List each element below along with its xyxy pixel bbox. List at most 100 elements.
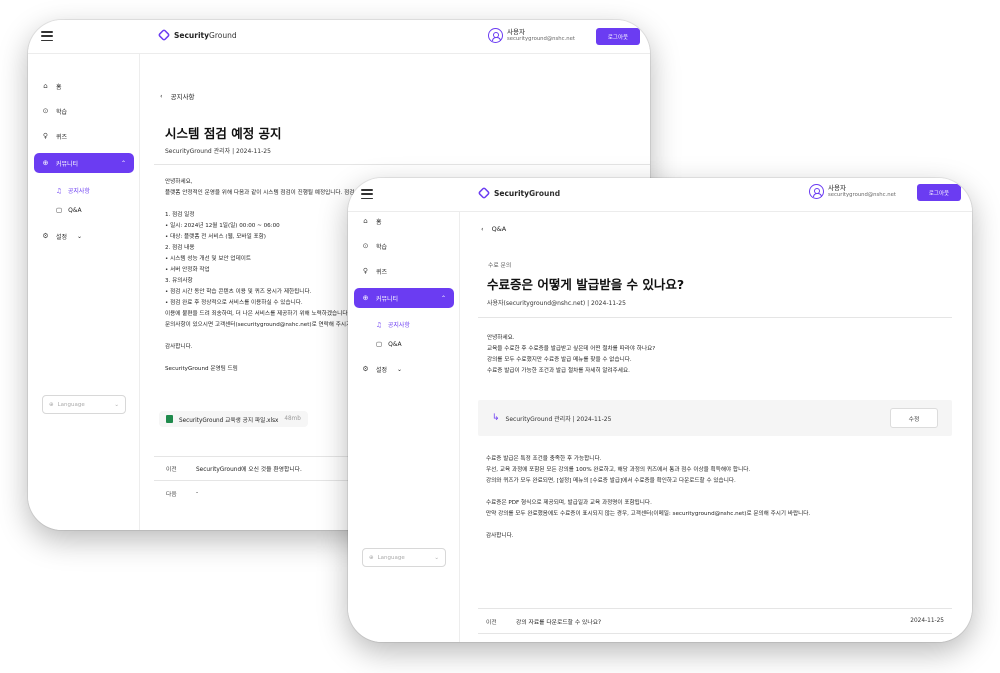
sidebar-item-label: 홈 bbox=[376, 218, 382, 226]
language-select[interactable]: ⊕ Language ⌄ bbox=[362, 548, 446, 567]
chevron-down-icon: ⌄ bbox=[114, 401, 119, 408]
breadcrumb: 공지사항 bbox=[170, 93, 195, 101]
qna-detail: ‹ Q&A 수료 문의 수료증은 어떻게 발급받을 수 있나요? 사용자(secu… bbox=[460, 212, 972, 642]
bulb-icon: ♀ bbox=[42, 132, 49, 140]
sidebar-subitem-notice[interactable]: ♫ 공지사항 bbox=[56, 186, 90, 196]
sidebar: ⌂ 홈 ⊙ 학습 ♀ 퀴즈 ⊕ 커뮤니티 ⌃ ♫ 공지사항 ▢ Q&A ⚙ 설정 ⌄ ⊕ Langu… bbox=[28, 54, 140, 530]
answer-header: ↳ SecurityGround 관리자 | 2024-11-25 bbox=[478, 400, 952, 436]
globe-icon: ⊕ bbox=[369, 554, 374, 561]
sidebar-item-label: 퀴즈 bbox=[56, 133, 68, 141]
chat-icon: ▢ bbox=[56, 206, 63, 214]
logo-icon bbox=[477, 186, 491, 200]
sidebar-item-quiz[interactable]: ♀ 퀴즈 bbox=[354, 262, 454, 280]
divider bbox=[478, 633, 952, 634]
sidebar-item-label: 커뮤니티 bbox=[56, 160, 79, 168]
chevron-left-icon: ‹ bbox=[481, 225, 484, 233]
sidebar-item-home[interactable]: ⌂ 홈 bbox=[34, 77, 134, 95]
sidebar-item-label: 커뮤니티 bbox=[376, 295, 399, 303]
sidebar-item-community[interactable]: ⊕ 커뮤니티 ⌃ bbox=[354, 288, 454, 308]
chevron-down-icon: ⌄ bbox=[77, 232, 83, 240]
user-email: securityground@nshc.net bbox=[507, 36, 575, 43]
next-post-row[interactable]: 다음 - 2024-11-25 bbox=[486, 635, 944, 642]
brand-name-bold: Security bbox=[174, 30, 210, 40]
bell-icon: ♫ bbox=[56, 186, 62, 195]
sidebar-subitem-notice[interactable]: ♫ 공지사항 bbox=[376, 320, 410, 330]
sidebar-item-label: 공지사항 bbox=[67, 188, 90, 195]
reply-arrow-icon: ↳ bbox=[492, 413, 500, 423]
sidebar-item-label: 홈 bbox=[56, 83, 62, 91]
page-title: 시스템 점검 예정 공지 bbox=[165, 126, 282, 141]
body-line: 수료증은 PDF 형식으로 제공되며, 발급일과 교육 과정명이 포함됩니다. bbox=[486, 500, 652, 506]
next-label: 다음 bbox=[486, 642, 516, 643]
body-line: 감사합니다. bbox=[486, 533, 514, 539]
language-select[interactable]: ⊕ Language ⌄ bbox=[42, 395, 126, 414]
bulb-icon: ♀ bbox=[362, 267, 369, 275]
sidebar-item-label: 퀴즈 bbox=[376, 268, 388, 276]
stage: Security Ground 사용자 securityground@nshc.n… bbox=[0, 0, 1000, 673]
sidebar-item-learn[interactable]: ⊙ 학습 bbox=[354, 237, 454, 255]
logout-button[interactable]: 로그아웃 bbox=[917, 184, 961, 201]
bell-icon: ♫ bbox=[376, 320, 382, 329]
language-placeholder: Language bbox=[57, 401, 85, 408]
attachment[interactable]: SecurityGround 교육생 공지 파일.xlsx 48mb bbox=[159, 411, 308, 427]
excel-file-icon bbox=[166, 415, 173, 423]
next-title: - bbox=[196, 490, 199, 496]
body-line: 안녕하세요. bbox=[487, 335, 515, 341]
divider bbox=[154, 164, 650, 165]
body-line: 수료증 발급은 특정 조건을 충족한 후 가능합니다. bbox=[486, 456, 602, 462]
menu-icon[interactable] bbox=[361, 189, 373, 199]
sidebar-item-label: 설정 bbox=[56, 233, 68, 241]
sidebar-item-label: 공지사항 bbox=[387, 322, 410, 329]
user-name: 사용자 bbox=[828, 183, 846, 192]
sidebar-item-settings[interactable]: ⚙ 설정 ⌄ bbox=[354, 360, 454, 378]
menu-icon[interactable] bbox=[41, 31, 53, 41]
sidebar-item-home[interactable]: ⌂ 홈 bbox=[354, 212, 454, 230]
home-icon: ⌂ bbox=[363, 217, 368, 225]
sidebar-item-learn[interactable]: ⊙ 학습 bbox=[34, 102, 134, 120]
user-profile[interactable]: 사용자 securityground@nshc.net bbox=[809, 184, 896, 199]
globe-icon: ⊕ bbox=[42, 159, 49, 167]
divider bbox=[478, 608, 952, 609]
qna-window: Security Ground 사용자 securityground@nshc.n… bbox=[348, 178, 972, 642]
chevron-up-icon: ⌃ bbox=[440, 294, 446, 302]
body-line: 우선, 교육 과정에 포함된 모든 강의를 100% 완료하고, 해당 과정의 … bbox=[486, 467, 751, 473]
logout-button[interactable]: 로그아웃 bbox=[596, 28, 640, 45]
user-email: securityground@nshc.net bbox=[828, 192, 896, 199]
prev-label: 이전 bbox=[486, 619, 497, 626]
page-title: 수료증은 어떻게 발급받을 수 있나요? bbox=[487, 277, 685, 292]
chevron-down-icon: ⌄ bbox=[397, 365, 403, 373]
chevron-down-icon: ⌄ bbox=[434, 554, 439, 561]
sidebar-subitem-qna[interactable]: ▢ Q&A bbox=[56, 206, 82, 214]
sidebar-item-community[interactable]: ⊕ 커뮤니티 ⌃ bbox=[34, 153, 134, 173]
brand-logo[interactable]: Security Ground bbox=[157, 28, 237, 42]
globe-icon: ⊕ bbox=[362, 294, 369, 302]
play-circle-icon: ⊙ bbox=[42, 107, 49, 115]
next-label: 다음 bbox=[166, 491, 177, 498]
sidebar-item-quiz[interactable]: ♀ 퀴즈 bbox=[34, 127, 134, 145]
sidebar-subitem-qna[interactable]: ▢ Q&A bbox=[376, 340, 402, 348]
prev-title: 강의 자료를 다운로드할 수 있나요? bbox=[516, 619, 602, 626]
question-body: 안녕하세요. 교육을 수료한 후 수료증을 발급받고 싶은데 어떤 절차를 따라야… bbox=[487, 333, 655, 377]
back-to-notice[interactable]: ‹ 공지사항 bbox=[160, 91, 195, 101]
question-category: 수료 문의 bbox=[488, 263, 512, 269]
post-meta: 사용자(securityground@nshc.net) | 2024-11-2… bbox=[487, 300, 626, 307]
brand-logo[interactable]: Security Ground bbox=[477, 186, 560, 200]
user-profile[interactable]: 사용자 securityground@nshc.net bbox=[488, 28, 575, 43]
divider bbox=[478, 317, 952, 318]
chevron-left-icon: ‹ bbox=[160, 92, 163, 100]
sidebar-item-label: 학습 bbox=[56, 108, 68, 116]
back-to-qna[interactable]: ‹ Q&A bbox=[481, 225, 506, 233]
chat-icon: ▢ bbox=[376, 340, 383, 348]
prev-date: 2024-11-25 bbox=[910, 618, 944, 624]
edit-button[interactable]: 수정 bbox=[890, 408, 938, 428]
prev-post-row[interactable]: 이전 강의 자료를 다운로드할 수 있나요? 2024-11-25 bbox=[486, 610, 944, 632]
sidebar-item-settings[interactable]: ⚙ 설정 ⌄ bbox=[34, 227, 134, 245]
gear-icon: ⚙ bbox=[42, 232, 49, 240]
body-line: 강의를 모두 수료했지만 수료증 발급 메뉴를 찾을 수 없습니다. bbox=[487, 357, 632, 363]
answer-body: 수료증 발급은 특정 조건을 충족한 후 가능합니다. 우선, 교육 과정에 포함… bbox=[486, 454, 810, 542]
body-line: 교육을 수료한 후 수료증을 발급받고 싶은데 어떤 절차를 따라야 하나요? bbox=[487, 346, 656, 352]
body-line: 만약 강의를 모두 완료했음에도 수료증이 표시되지 않는 경우, 고객센터(이… bbox=[486, 511, 811, 517]
body-line: 강의와 퀴즈가 모두 완료되면, [설정] 메뉴의 [수료증 발급]에서 수료증… bbox=[486, 478, 736, 484]
body-line bbox=[486, 520, 810, 531]
home-icon: ⌂ bbox=[43, 82, 48, 90]
